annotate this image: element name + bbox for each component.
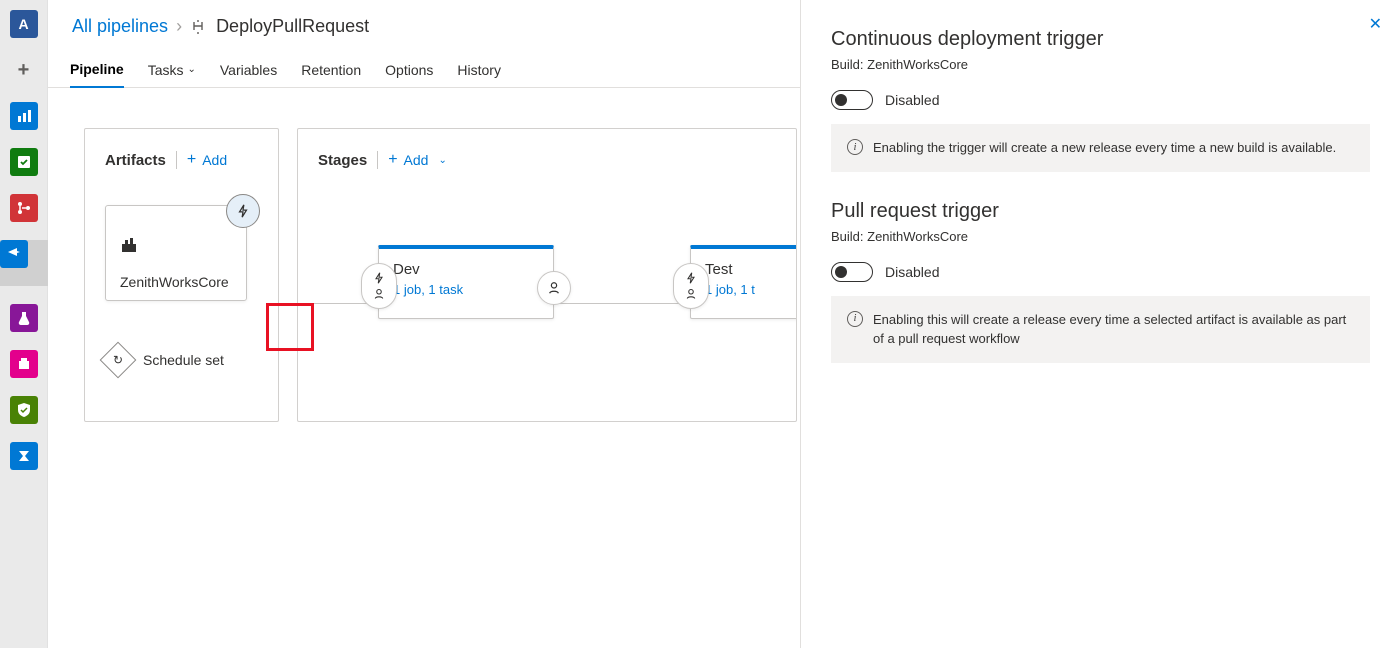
cd-trigger-state: Disabled <box>885 92 939 108</box>
pr-trigger-title: Pull request trigger <box>831 200 1370 223</box>
main-area: All pipelines › DeployPullRequest Save +… <box>48 0 1396 648</box>
add-stage-button[interactable]: + Add ⌄ <box>388 152 447 168</box>
pr-trigger-state: Disabled <box>885 264 939 280</box>
artifacts-title: Artifacts <box>105 152 166 169</box>
divider <box>377 151 378 169</box>
tab-pipeline[interactable]: Pipeline <box>70 52 124 88</box>
divider <box>176 151 177 169</box>
info-icon: i <box>847 139 863 155</box>
nav-security-icon[interactable] <box>10 396 38 424</box>
cd-trigger-toggle[interactable] <box>831 90 873 110</box>
artifact-trigger-button[interactable] <box>226 194 260 228</box>
schedule-icon: ↻ <box>100 342 137 379</box>
pr-trigger-subtitle: Build: ZenithWorksCore <box>831 229 1370 244</box>
breadcrumb-current: DeployPullRequest <box>216 16 369 37</box>
trigger-flyout-panel: ✕ Continuous deployment trigger Build: Z… <box>800 0 1396 648</box>
chevron-down-icon: ⌄ <box>187 64 195 75</box>
nav-repos-icon[interactable] <box>10 194 38 222</box>
cd-trigger-subtitle: Build: ZenithWorksCore <box>831 57 1370 72</box>
tab-tasks[interactable]: Tasks⌄ <box>148 52 196 88</box>
breadcrumb: All pipelines › DeployPullRequest <box>72 16 369 37</box>
stage-card-dev[interactable]: Dev 1 job, 1 task <box>378 245 554 319</box>
nav-dashboard-icon[interactable] <box>10 102 38 130</box>
stage-jobs-link[interactable]: 1 job, 1 t <box>705 282 797 297</box>
cd-trigger-title: Continuous deployment trigger <box>831 28 1370 51</box>
nav-extensions-icon[interactable] <box>10 442 38 470</box>
nav-pipelines-icon[interactable] <box>0 240 48 286</box>
artifact-name: ZenithWorksCore <box>120 274 234 290</box>
tab-variables[interactable]: Variables <box>220 52 277 88</box>
org-avatar[interactable]: A <box>10 10 38 38</box>
stage-jobs-link[interactable]: 1 job, 1 task <box>393 282 539 297</box>
add-artifact-button[interactable]: + Add <box>187 152 227 168</box>
nav-artifacts-icon[interactable] <box>10 350 38 378</box>
stage-name: Dev <box>393 261 539 278</box>
close-icon[interactable]: ✕ <box>1369 14 1382 34</box>
left-nav-rail: A + <box>0 0 48 648</box>
pr-trigger-info: i Enabling this will create a release ev… <box>831 296 1370 363</box>
predeploy-conditions-button[interactable] <box>673 263 709 309</box>
pipeline-type-icon <box>190 17 208 35</box>
build-icon <box>120 236 138 254</box>
chevron-down-icon: ⌄ <box>438 155 446 166</box>
plus-icon: + <box>187 152 196 168</box>
breadcrumb-root[interactable]: All pipelines <box>72 16 168 37</box>
stages-title: Stages <box>318 152 367 169</box>
plus-icon: + <box>388 152 397 168</box>
stage-card-test[interactable]: Test 1 job, 1 t <box>690 245 797 319</box>
postdeploy-conditions-button[interactable] <box>537 271 571 305</box>
tab-options[interactable]: Options <box>385 52 433 88</box>
schedule-row[interactable]: ↻ Schedule set <box>105 347 258 373</box>
nav-testplans-icon[interactable] <box>10 304 38 332</box>
artifact-card[interactable]: ZenithWorksCore <box>105 205 247 301</box>
tab-retention[interactable]: Retention <box>301 52 361 88</box>
predeploy-conditions-button[interactable] <box>361 263 397 309</box>
breadcrumb-separator: › <box>176 16 182 37</box>
cd-trigger-info: i Enabling the trigger will create a new… <box>831 124 1370 172</box>
schedule-label: Schedule set <box>143 352 224 368</box>
info-icon: i <box>847 311 863 327</box>
nav-boards-icon[interactable] <box>10 148 38 176</box>
artifacts-panel: Artifacts + Add ZenithWorksCore ↻ Schedu… <box>84 128 279 422</box>
stages-panel: Stages + Add ⌄ Dev 1 job, 1 task <box>297 128 797 422</box>
pr-trigger-toggle[interactable] <box>831 262 873 282</box>
tab-history[interactable]: History <box>457 52 501 88</box>
add-project-icon[interactable]: + <box>10 56 38 84</box>
stage-name: Test <box>705 261 797 278</box>
